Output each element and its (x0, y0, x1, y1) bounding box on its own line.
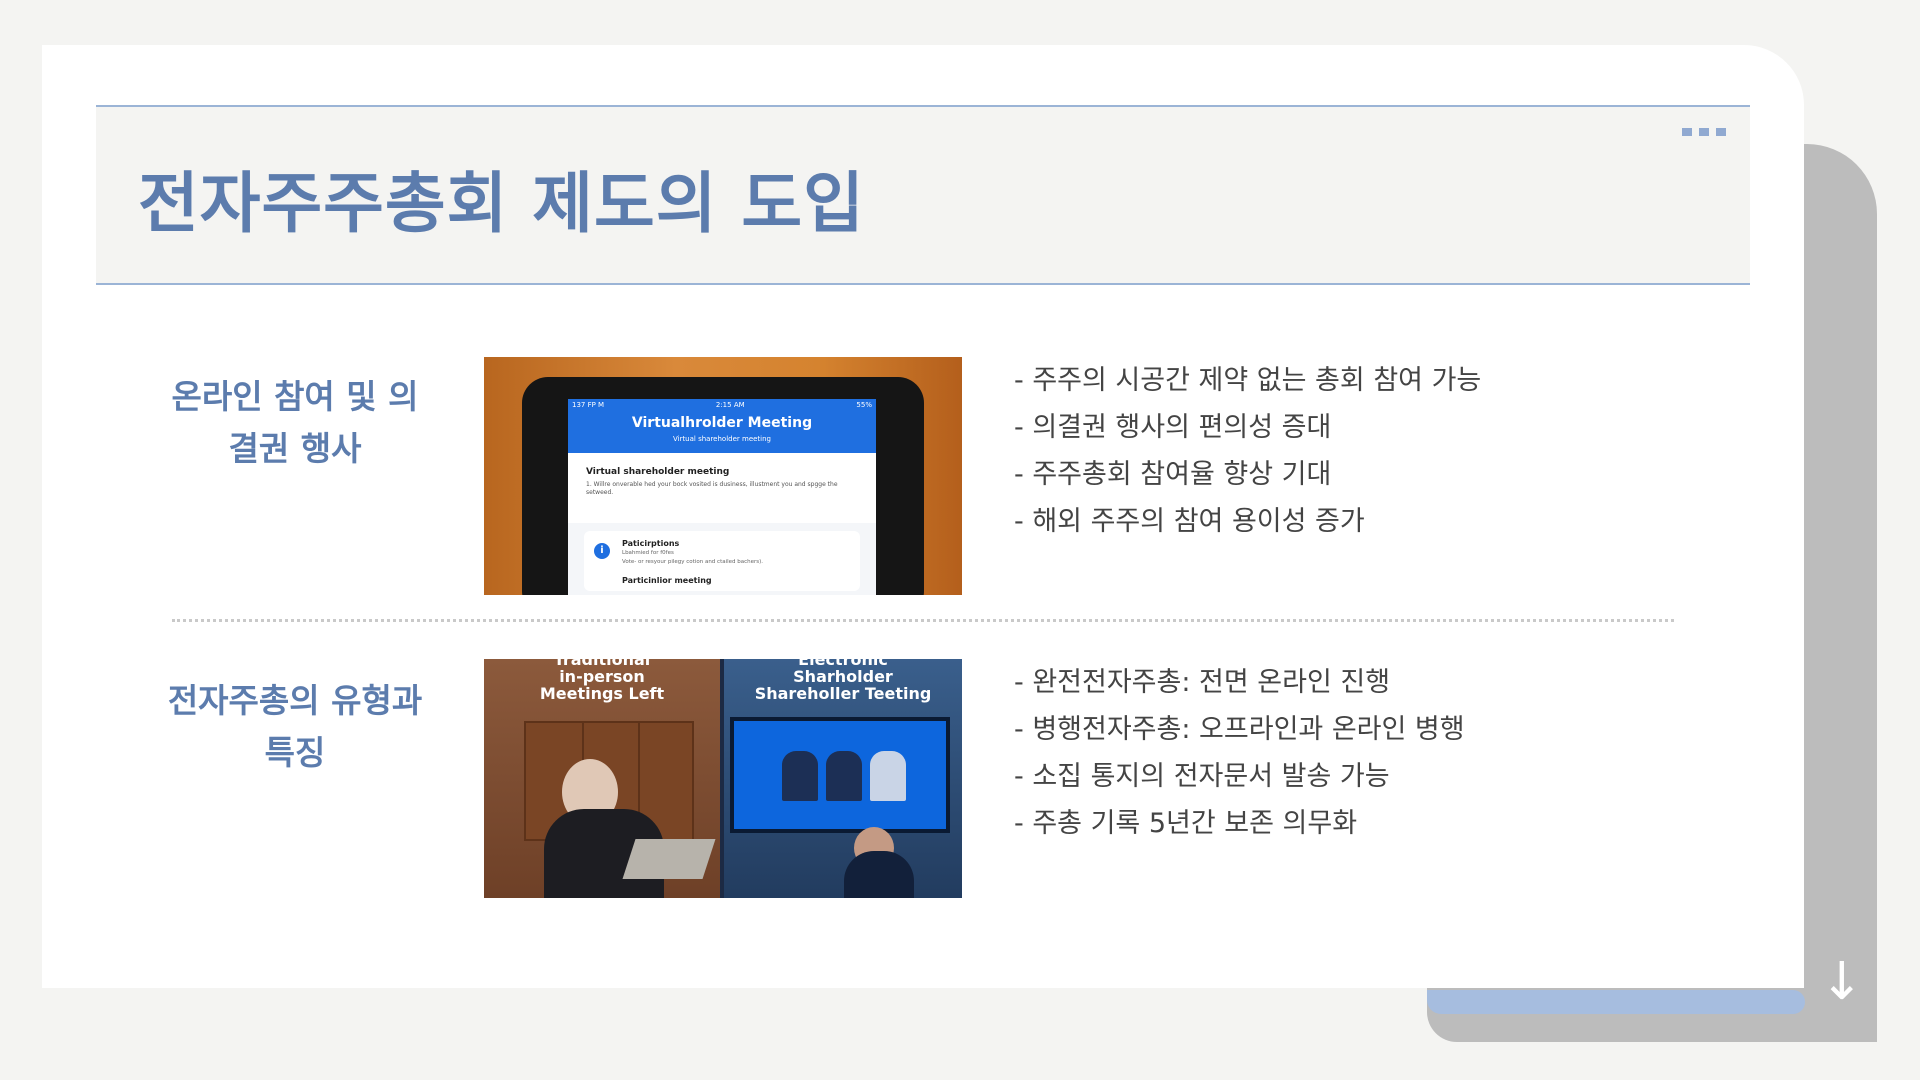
status-bar: 137 FP M 2:15 AM 55% (572, 401, 872, 409)
app-body-text: 1. Willre onverable hed your bock vosite… (586, 481, 838, 496)
person-body (844, 851, 914, 898)
section-1-title-line2: 결권 행사 (228, 429, 362, 468)
left-caption-3: Meetings Left (539, 684, 665, 703)
tablet-device: 137 FP M 2:15 AM 55% Virtualhrolder Meet… (522, 377, 924, 595)
section-2-title-line1: 전자주총의 유형과 (167, 681, 423, 720)
status-left: 137 FP M (572, 401, 605, 409)
decor-blue-strip (1427, 990, 1805, 1014)
status-time: 2:15 AM (715, 401, 745, 409)
info-icon: i (594, 543, 610, 559)
section-1-bullets: - 주주의 시공간 제약 없는 총회 참여 가능 - 의결권 행사의 편의성 증… (1014, 357, 1481, 545)
tablet-screen: 137 FP M 2:15 AM 55% Virtualhrolder Meet… (568, 399, 876, 595)
app-subtitle: Virtual shareholder meeting (672, 435, 772, 443)
section-divider (172, 619, 1674, 622)
app-header: 137 FP M 2:15 AM 55% Virtualhrolder Meet… (568, 399, 876, 453)
left-caption-2: in-person (559, 667, 645, 686)
section-2-image: Traditional in-person Meetings Left Elec… (484, 659, 962, 898)
laptop (622, 839, 716, 879)
section-1-image: 137 FP M 2:15 AM 55% Virtualhrolder Meet… (484, 357, 962, 595)
section-2-title: 전자주총의 유형과 특징 (145, 675, 445, 779)
section-2-title-line2: 특징 (264, 733, 326, 772)
video-participant (826, 751, 862, 801)
app-title: Virtualhrolder Meeting (631, 415, 813, 431)
bullet: - 해외 주주의 참여 용이성 증가 (1014, 506, 1365, 537)
app-card-next: Particinlior meeting (622, 576, 712, 585)
app-card: i Paticirptions Lbahmied for f0fes Vote-… (584, 531, 860, 591)
section-1-title-line1: 온라인 참여 및 의 (171, 377, 419, 416)
section-1-title: 온라인 참여 및 의 결권 행사 (145, 371, 445, 475)
video-screen (730, 717, 950, 833)
in-person-scene: Traditional in-person Meetings Left (484, 659, 720, 898)
slide-title: 전자주주총회 제도의 도입 (138, 165, 865, 242)
bullet: - 주총 기록 5년간 보존 의무화 (1014, 808, 1358, 839)
app-card-text2: Vote- or resyour pilegy cotion and ctail… (622, 559, 764, 565)
section-2-bullets: - 완전전자주총: 전면 온라인 진행 - 병행전자주총: 오프라인과 온라인 … (1014, 659, 1465, 847)
video-participant (870, 751, 906, 801)
app-card-title: Paticirptions (622, 539, 680, 548)
right-caption-2: Sharholder (793, 667, 893, 686)
down-arrow-icon: ↓ (1820, 952, 1864, 1012)
app-card-text1: Lbahmied for f0fes (622, 550, 674, 556)
bullet: - 소집 통지의 전자문서 발송 가능 (1014, 761, 1390, 792)
right-caption-3: Shareholler Teeting (754, 684, 932, 703)
bullet: - 주주총회 참여율 향상 기대 (1014, 459, 1332, 490)
bullet: - 의결권 행사의 편의성 증대 (1014, 412, 1332, 443)
app-body-heading: Virtual shareholder meeting (586, 467, 730, 477)
bullet: - 완전전자주총: 전면 온라인 진행 (1014, 667, 1391, 698)
video-participant (782, 751, 818, 801)
bullet: - 병행전자주총: 오프라인과 온라인 병행 (1014, 714, 1465, 745)
more-dots-icon (1682, 128, 1726, 136)
bullet: - 주주의 시공간 제약 없는 총회 참여 가능 (1014, 365, 1482, 396)
app-body: Virtual shareholder meeting 1. Willre on… (568, 453, 876, 523)
status-battery: 55% (856, 401, 872, 409)
